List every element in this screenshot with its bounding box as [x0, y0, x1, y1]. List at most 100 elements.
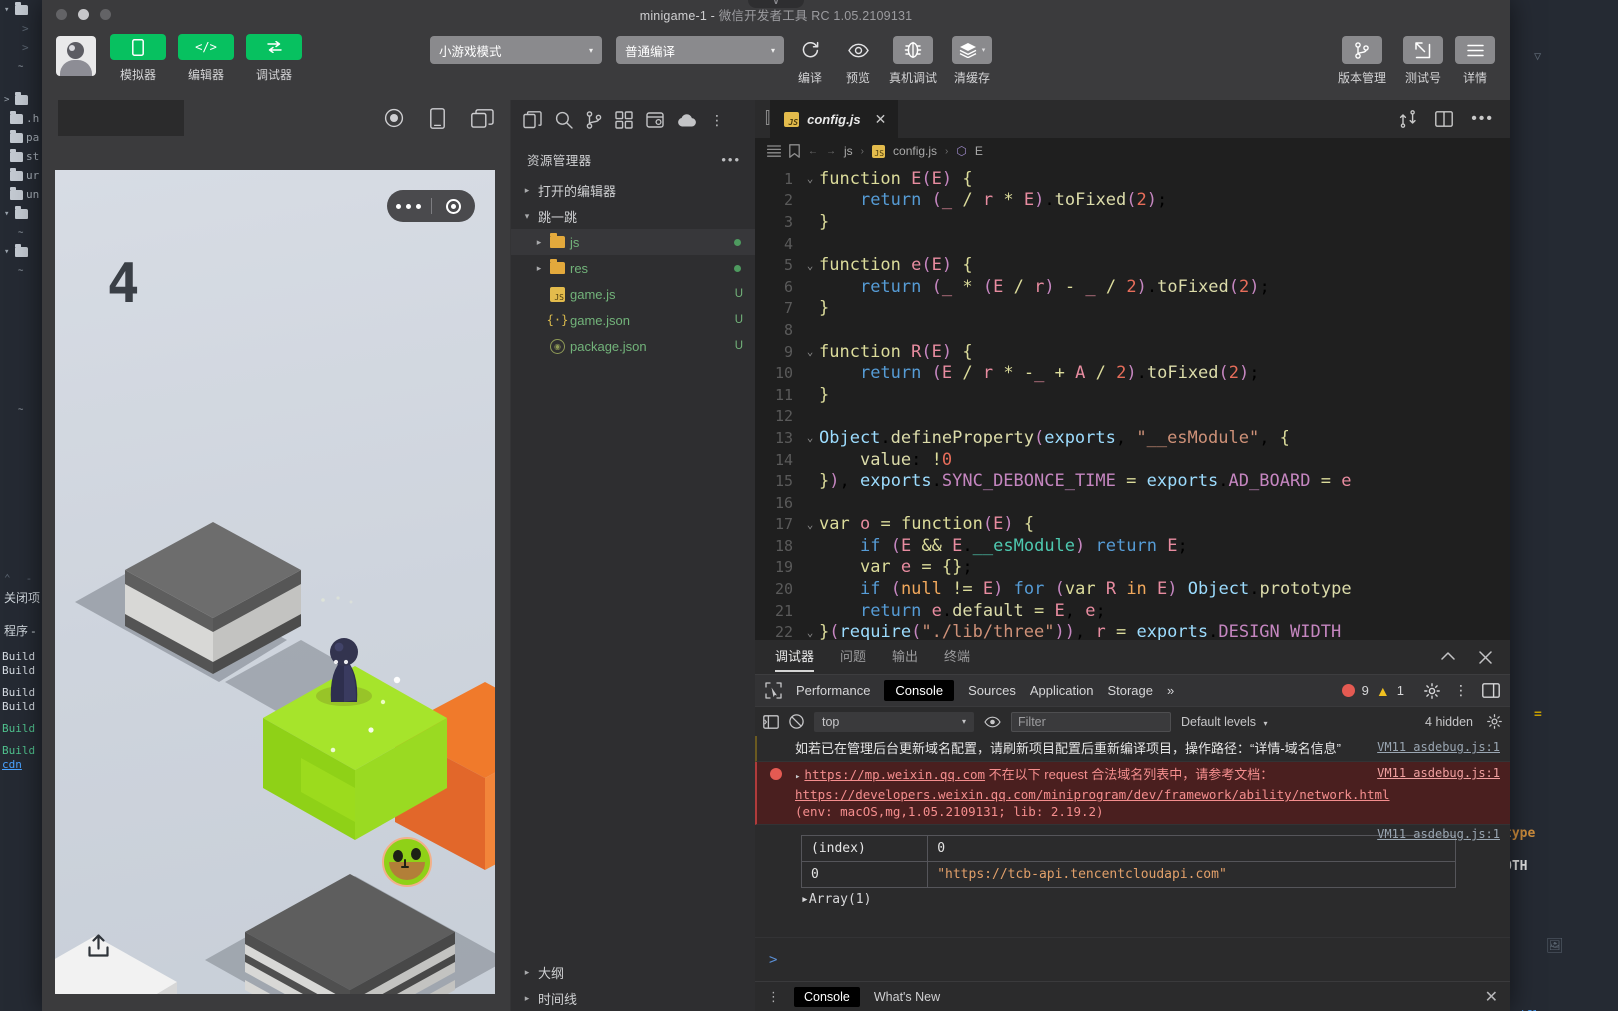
expand-arrow-icon[interactable]: ▸ — [795, 772, 800, 782]
console-filter-input[interactable]: Filter — [1011, 711, 1171, 732]
code-line[interactable]: 22 ⌄}(require("./lib/three")), r = export… — [755, 621, 1510, 640]
split-compare-icon[interactable] — [1399, 110, 1417, 128]
files-icon[interactable] — [523, 110, 542, 130]
console-source-link[interactable]: VM11 asdebug.js:1 — [1377, 827, 1500, 841]
drawer-tab-whats-new[interactable]: What's New — [874, 990, 940, 1004]
remote-debug-button[interactable]: 真机调试 — [884, 36, 942, 86]
console-message-table[interactable]: VM11 asdebug.js:1 (index) 0 0 "https://t… — [755, 825, 1510, 907]
console-message-error[interactable]: ▸ https://mp.weixin.qq.com 不在以下 request 合… — [755, 762, 1510, 825]
code-line[interactable]: 20 if (null != E) for (var R in E) Objec… — [755, 578, 1510, 600]
file-row-res[interactable]: ▸ res — [511, 255, 755, 281]
more-icon[interactable] — [387, 203, 431, 209]
console-error-link-1[interactable]: https://mp.weixin.qq.com — [804, 767, 985, 782]
bg-tree-row[interactable]: ~ — [0, 400, 48, 419]
fold-arrow-icon[interactable]: ⌄ — [801, 518, 819, 531]
bg-tree-row[interactable]: ⌃ - — [0, 569, 48, 588]
clear-console-icon[interactable] — [789, 714, 804, 729]
inspect-element-icon[interactable] — [765, 682, 782, 699]
fold-arrow-icon[interactable]: ⌄ — [801, 172, 819, 185]
compile-select[interactable]: 普通编译 ▾ — [616, 36, 784, 64]
code-line[interactable]: 2 return (_ / r * E).toFixed(2); — [755, 190, 1510, 212]
share-icon[interactable] — [87, 934, 110, 958]
editor-tab-config-js[interactable]: JS config.js ✕ — [770, 100, 899, 138]
cloud-icon[interactable] — [677, 113, 697, 128]
code-line[interactable]: 1 ⌄ function E(E) { — [755, 168, 1510, 190]
bg-tree-row[interactable]: ~ — [0, 57, 48, 76]
forward-arrow-icon[interactable]: → — [826, 146, 836, 157]
code-line[interactable]: 21 return e.default = E, e; — [755, 600, 1510, 622]
code-line[interactable]: 16 — [755, 492, 1510, 514]
code-line[interactable]: 6 return (_ * (E / r) - _ / 2).toFixed(2… — [755, 276, 1510, 298]
breadcrumb-item-js[interactable]: js — [844, 144, 853, 158]
code-line[interactable]: 12 — [755, 406, 1510, 428]
bg-tree-row[interactable]: ur — [0, 166, 48, 185]
file-row-game-js[interactable]: JS game.js U — [511, 281, 755, 307]
devtools-tab-console[interactable]: Console — [884, 680, 955, 701]
mode-select[interactable]: 小游戏模式 ▾ — [430, 36, 602, 64]
more-actions-icon[interactable]: ••• — [1471, 110, 1494, 128]
breadcrumb-item-file[interactable]: config.js — [893, 144, 937, 158]
code-line[interactable]: 8 — [755, 319, 1510, 341]
bg-link[interactable]: uniClo — [1500, 1005, 1618, 1011]
close-icon[interactable]: ✕ — [875, 111, 887, 128]
bg-tree-row[interactable]: > — [0, 90, 48, 109]
console-error-link-2[interactable]: https://developers.weixin.qq.com/minipro… — [795, 787, 1390, 802]
clear-cache-button[interactable]: ▾ 清缓存 — [946, 36, 998, 86]
console-source-link[interactable]: VM11 asdebug.js:1 — [1377, 740, 1500, 754]
code-line[interactable]: 5 ⌄ function e(E) { — [755, 254, 1510, 276]
code-line[interactable]: 13 ⌄ Object.defineProperty(exports, "__esM… — [755, 427, 1510, 449]
code-line[interactable]: 15}), exports.SYNC_DEBONCE_TIME = export… — [755, 470, 1510, 492]
devtools-tab-application[interactable]: Application — [1030, 683, 1094, 698]
outline-icon[interactable] — [767, 145, 781, 157]
split-editor-icon[interactable] — [1435, 111, 1454, 127]
back-arrow-icon[interactable]: ← — [808, 146, 818, 157]
explorer-section-outline[interactable]: ▸ 大纲 — [511, 959, 755, 985]
file-row-package-json[interactable]: ◉ package.json U — [511, 333, 755, 359]
console-array-row[interactable]: ▸Array(1) — [801, 892, 1510, 907]
console-message-warning[interactable]: 如若已在管理后台更新域名配置，请刷新项目配置后重新编译项目，操作路径：“详情-域… — [755, 736, 1510, 762]
mini-program-icon[interactable] — [646, 111, 664, 129]
collapse-icon[interactable] — [1441, 651, 1455, 664]
fold-arrow-icon[interactable]: ⌄ — [801, 259, 819, 272]
dock-icon[interactable] — [1482, 683, 1500, 698]
console-settings-icon[interactable] — [1487, 714, 1502, 729]
file-row-js[interactable]: ▸ js — [511, 229, 755, 255]
bg-tree-row[interactable]: > — [0, 38, 48, 57]
panel-tab-debugger[interactable]: 调试器 — [775, 646, 815, 672]
fold-arrow-icon[interactable]: ⌄ — [801, 626, 819, 639]
details-button[interactable]: 详情 — [1455, 36, 1495, 86]
more-icon[interactable]: ⋮ — [710, 112, 725, 129]
bg-filter-icon[interactable]: ▽ — [1500, 46, 1618, 65]
background-window-left[interactable]: ▾ > > ~ > .h pa st ur un ▾ ~ ▾ ~ ~ ⌃ - 关闭… — [0, 0, 48, 1011]
maximize-window-button[interactable] — [100, 9, 111, 20]
fold-arrow-icon[interactable]: ⌄ — [801, 345, 819, 358]
rotate-device-icon[interactable] — [430, 107, 445, 129]
window-controls[interactable] — [56, 9, 111, 20]
bg-tree-row[interactable]: ▾ — [0, 204, 48, 223]
fold-arrow-icon[interactable]: ⌄ — [801, 431, 819, 444]
version-control-button[interactable]: 版本管理 — [1334, 36, 1390, 86]
drawer-menu-icon[interactable]: ⋮ — [767, 989, 780, 1005]
code-line[interactable]: 9 ⌄ function R(E) { — [755, 341, 1510, 363]
bookmark-icon[interactable] — [789, 144, 800, 158]
kebab-menu-icon[interactable]: ⋮ — [1454, 682, 1468, 699]
devtools-tab-sources[interactable]: Sources — [968, 683, 1016, 698]
bg-tree-row[interactable]: ▾ — [0, 242, 48, 261]
devtools-tab-storage[interactable]: Storage — [1107, 683, 1153, 698]
panel-tab-problems[interactable]: 问题 — [840, 646, 866, 669]
avatar[interactable] — [56, 36, 96, 76]
execution-context-select[interactable]: top ▾ — [814, 711, 974, 732]
expand-arrow-icon[interactable]: ▸ — [801, 892, 809, 907]
multi-window-icon[interactable] — [471, 108, 494, 128]
console-source-link[interactable]: VM11 asdebug.js:1 — [1377, 766, 1500, 780]
code-editor[interactable]: 1 ⌄ function E(E) {2 return (_ / r * E).to… — [755, 164, 1510, 640]
bg-tree-row[interactable]: .h — [0, 109, 48, 128]
code-line[interactable]: 7} — [755, 298, 1510, 320]
issue-counts[interactable]: 9 ▲ 1 — [1341, 683, 1404, 699]
wechat-capsule-button[interactable] — [387, 190, 475, 222]
simulator-toggle-button[interactable]: 模拟器 — [110, 34, 166, 83]
code-line[interactable]: 10 return (E / r * -_ + A / 2).toFixed(2… — [755, 362, 1510, 384]
drawer-tab-console[interactable]: Console — [794, 986, 860, 1007]
bg-tree-row[interactable]: ~ — [0, 223, 48, 242]
log-levels-select[interactable]: Default levels ▾ — [1181, 715, 1268, 729]
